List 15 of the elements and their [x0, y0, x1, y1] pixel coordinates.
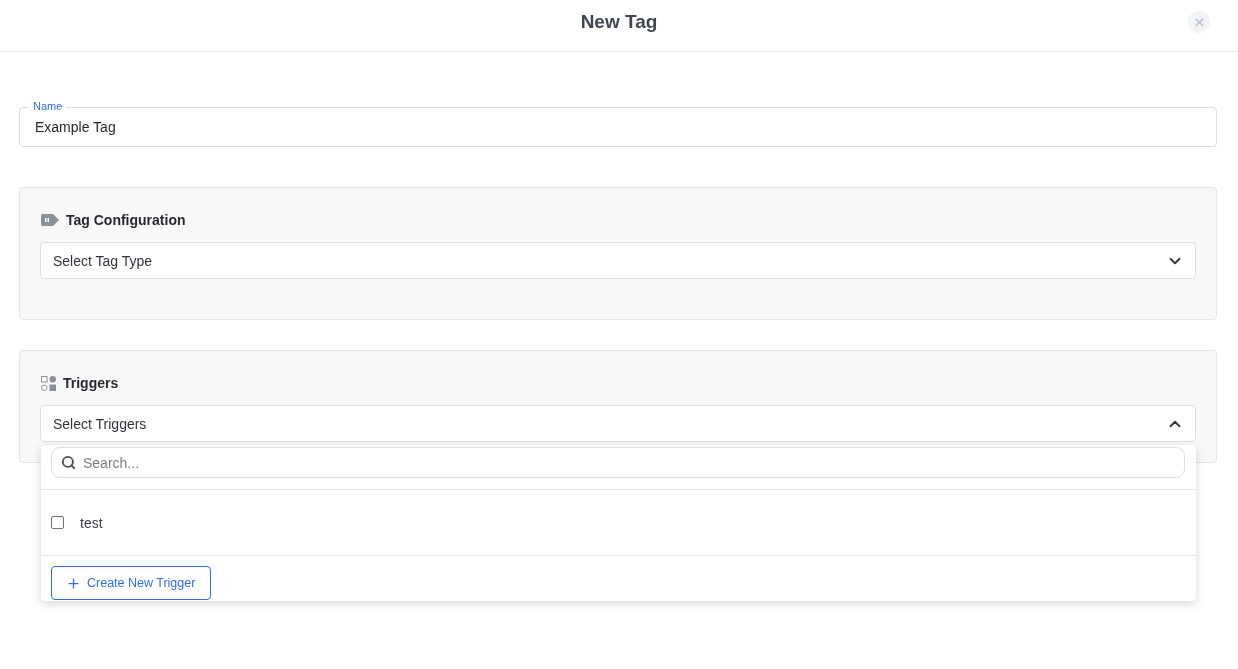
- option-label[interactable]: test: [80, 514, 103, 531]
- triggers-select[interactable]: Select Triggers: [40, 405, 1196, 442]
- field-label: Name: [29, 99, 67, 113]
- search-icon: [61, 455, 76, 470]
- section-title: Tag Configuration: [66, 212, 186, 228]
- tag-type-select[interactable]: Select Tag Type: [40, 242, 1196, 279]
- tag-icon: [41, 214, 59, 226]
- checkbox[interactable]: [51, 516, 64, 529]
- search-field[interactable]: Search...: [51, 447, 1185, 478]
- shapes-icon: [41, 375, 56, 391]
- plus-icon: [66, 575, 81, 591]
- create-trigger-button[interactable]: Create New Trigger: [51, 566, 212, 600]
- section-title: Triggers: [63, 375, 119, 391]
- dialog-title: New Tag: [580, 11, 658, 33]
- close-icon: [1192, 15, 1206, 29]
